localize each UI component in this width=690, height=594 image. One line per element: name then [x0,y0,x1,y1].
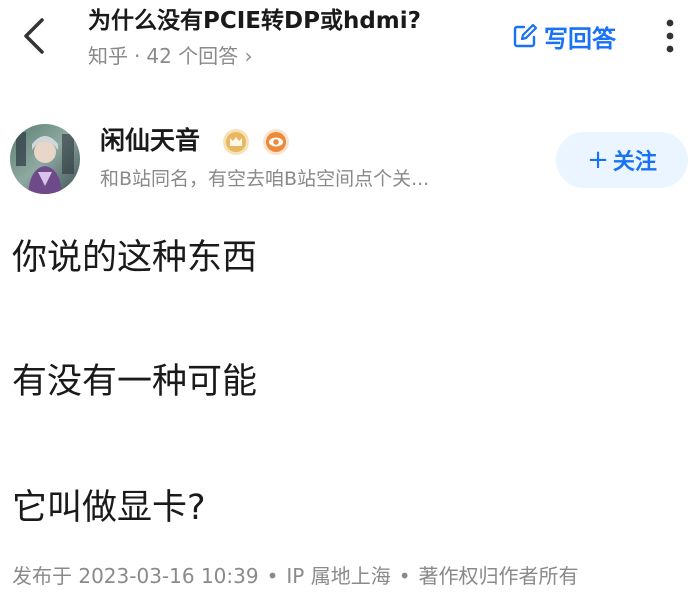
question-meta[interactable]: 知乎 · 42 个回答 › [88,42,253,70]
write-answer-button[interactable]: 写回答 [512,16,616,56]
avatar[interactable] [10,124,80,194]
more-vertical-icon[interactable] [662,18,678,54]
back-chevron-left-icon[interactable] [18,16,52,56]
author-row: 闲仙天音 和B站同名，有空去咱B站空间点个关... + 关注 [0,120,690,200]
answer-paragraph: 它叫做显卡? [12,488,206,528]
publish-time: 发布于 2023-03-16 10:39 [12,564,259,588]
follow-button[interactable]: + 关注 [556,132,688,188]
separator-dot: • [398,564,411,588]
write-answer-label: 写回答 [544,24,616,53]
follow-label: 关注 [612,150,657,175]
ip-location: IP 属地上海 [286,564,391,588]
answer-paragraph: 你说的这种东西 [12,238,258,278]
top-bar: 为什么没有PCIE转DP或hdmi? 知乎 · 42 个回答 › 写回答 [0,0,690,80]
author-name[interactable]: 闲仙天音 [100,124,200,158]
answer-footer: 发布于 2023-03-16 10:39 • IP 属地上海 • 著作权归作者所有 [12,562,579,590]
eye-badge-icon [263,129,289,155]
plus-icon: + [587,145,609,175]
copyright-notice: 著作权归作者所有 [418,564,579,588]
answer-count: 42 个回答 [146,44,239,68]
crown-badge-icon [223,129,249,155]
edit-icon [513,23,538,48]
chevron-right-icon: › [244,44,253,68]
separator-dot: • [266,564,279,588]
separator-dot: · [134,44,141,68]
answer-paragraph: 有没有一种可能 [12,362,258,402]
author-bio: 和B站同名，有空去咱B站空间点个关... [100,168,430,190]
question-title[interactable]: 为什么没有PCIE转DP或hdmi? [88,6,421,36]
source-label: 知乎 [88,44,128,68]
